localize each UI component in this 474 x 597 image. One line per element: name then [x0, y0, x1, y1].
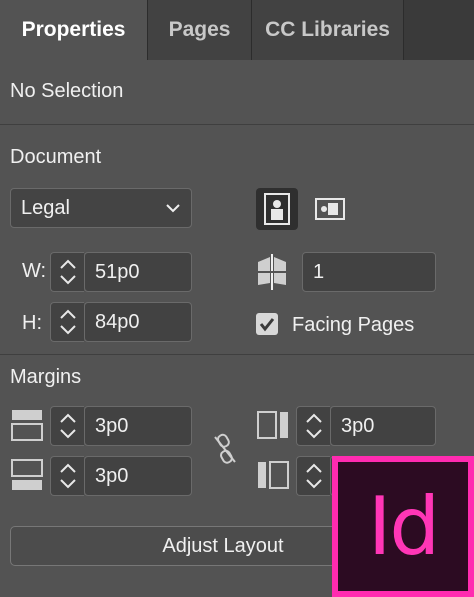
left-margin-icon [256, 408, 290, 442]
indesign-logo-text: Id [367, 480, 440, 573]
top-margin-field[interactable]: 3p0 [84, 406, 192, 446]
page-size-value: Legal [21, 196, 70, 219]
facing-pages-label: Facing Pages [292, 314, 415, 336]
width-stepper[interactable] [50, 252, 84, 292]
bottom-margin-stepper[interactable] [50, 456, 84, 496]
portrait-orientation-button[interactable] [256, 188, 298, 230]
height-stepper[interactable] [50, 302, 84, 342]
pages-count-field[interactable]: 1 [302, 252, 436, 292]
margins-section-title: Margins [10, 366, 82, 388]
landscape-orientation-button[interactable] [306, 188, 348, 230]
facing-pages-checkbox[interactable] [256, 313, 278, 335]
left-margin-field[interactable]: 3p0 [330, 406, 436, 446]
chevron-down-icon [166, 204, 180, 213]
section-divider [0, 354, 474, 355]
right-margin-icon [256, 458, 290, 492]
pages-icon [254, 252, 290, 292]
section-divider [0, 124, 474, 125]
indesign-logo-tile: Id [338, 462, 468, 591]
top-margin-stepper[interactable] [50, 406, 84, 446]
tab-pages[interactable]: Pages [148, 0, 252, 60]
indesign-logo: Id [332, 456, 474, 597]
document-section-title: Document [10, 146, 102, 168]
bottom-margin-field[interactable]: 3p0 [84, 456, 192, 496]
checkmark-icon [259, 318, 275, 332]
right-margin-stepper[interactable] [296, 456, 330, 496]
height-field[interactable]: 84p0 [84, 302, 192, 342]
tab-cc-libraries[interactable]: CC Libraries [252, 0, 404, 60]
broken-link-icon[interactable] [210, 432, 240, 466]
bottom-margin-icon [10, 458, 44, 492]
width-field[interactable]: 51p0 [84, 252, 192, 292]
height-label: H: [22, 312, 42, 334]
width-label: W: [22, 260, 47, 282]
top-margin-icon [10, 408, 44, 442]
tab-properties[interactable]: Properties [0, 0, 148, 60]
left-margin-stepper[interactable] [296, 406, 330, 446]
page-size-dropdown[interactable]: Legal [10, 188, 192, 228]
landscape-orientation-icon [315, 198, 345, 220]
portrait-orientation-icon [264, 193, 290, 225]
selection-status: No Selection [10, 80, 124, 102]
